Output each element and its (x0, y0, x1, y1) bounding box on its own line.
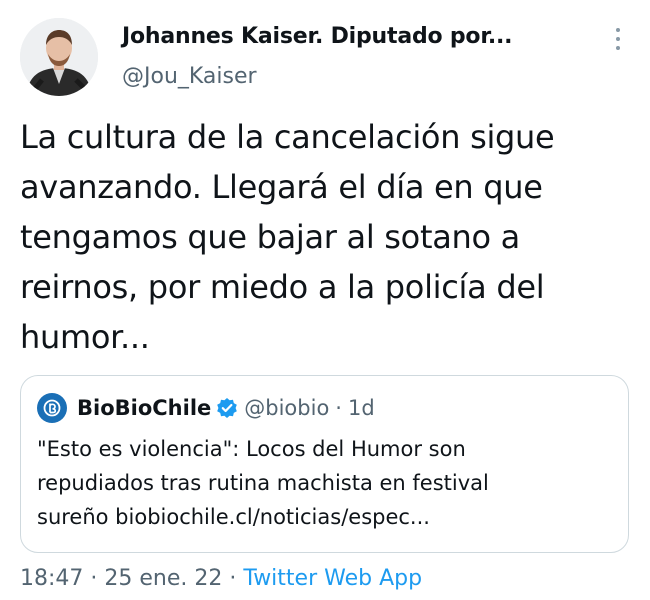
tweet-line: reirnos, por miedo a la policía del (20, 268, 545, 306)
tweet-line: La cultura de la cancelación sigue (20, 118, 555, 156)
quoted-tweet-header: BioBioChile @biobio · 1d (37, 392, 375, 424)
author-avatar[interactable] (20, 18, 98, 96)
meta-separator: · (229, 566, 237, 591)
quoted-line: sureño biobiochile.cl/noticias/espec... (37, 505, 430, 529)
quoted-author-name: BioBioChile (77, 396, 212, 420)
quoted-tweet-text: "Esto es violencia": Locos del Humor son… (37, 432, 612, 534)
biobio-logo-icon (37, 393, 67, 423)
quoted-line: "Esto es violencia": Locos del Humor son (37, 437, 466, 461)
quoted-line: repudiados tras rutina machista en festi… (37, 471, 489, 495)
quoted-author-handle: @biobio (244, 396, 330, 420)
quoted-separator: · (335, 396, 342, 420)
quoted-tweet-card[interactable]: BioBioChile @biobio · 1d "Esto es violen… (20, 375, 629, 553)
author-handle[interactable]: @Jou_Kaiser (122, 64, 257, 89)
more-vertical-icon[interactable] (606, 26, 630, 52)
more-dot (616, 28, 620, 32)
verified-badge-icon (216, 397, 238, 419)
more-dot (616, 46, 620, 50)
more-dot (616, 37, 620, 41)
tweet-time[interactable]: 18:47 (20, 566, 83, 591)
meta-separator: · (90, 566, 98, 591)
tweet-date[interactable]: 25 ene. 22 (104, 566, 222, 591)
tweet-line: tengamos que bajar al sotano a (20, 218, 520, 256)
tweet-metadata: 18:47 · 25 ene. 22 · Twitter Web App (20, 566, 422, 591)
author-name[interactable]: Johannes Kaiser. Diputado por... (122, 24, 513, 49)
quoted-time: 1d (347, 396, 375, 420)
source-app-link[interactable]: Twitter Web App (243, 566, 422, 591)
tweet-line: humor... (20, 318, 150, 356)
tweet-line: avanzando. Llegará el día en que (20, 168, 543, 206)
tweet-text: La cultura de la cancelación sigue avanz… (20, 112, 640, 362)
